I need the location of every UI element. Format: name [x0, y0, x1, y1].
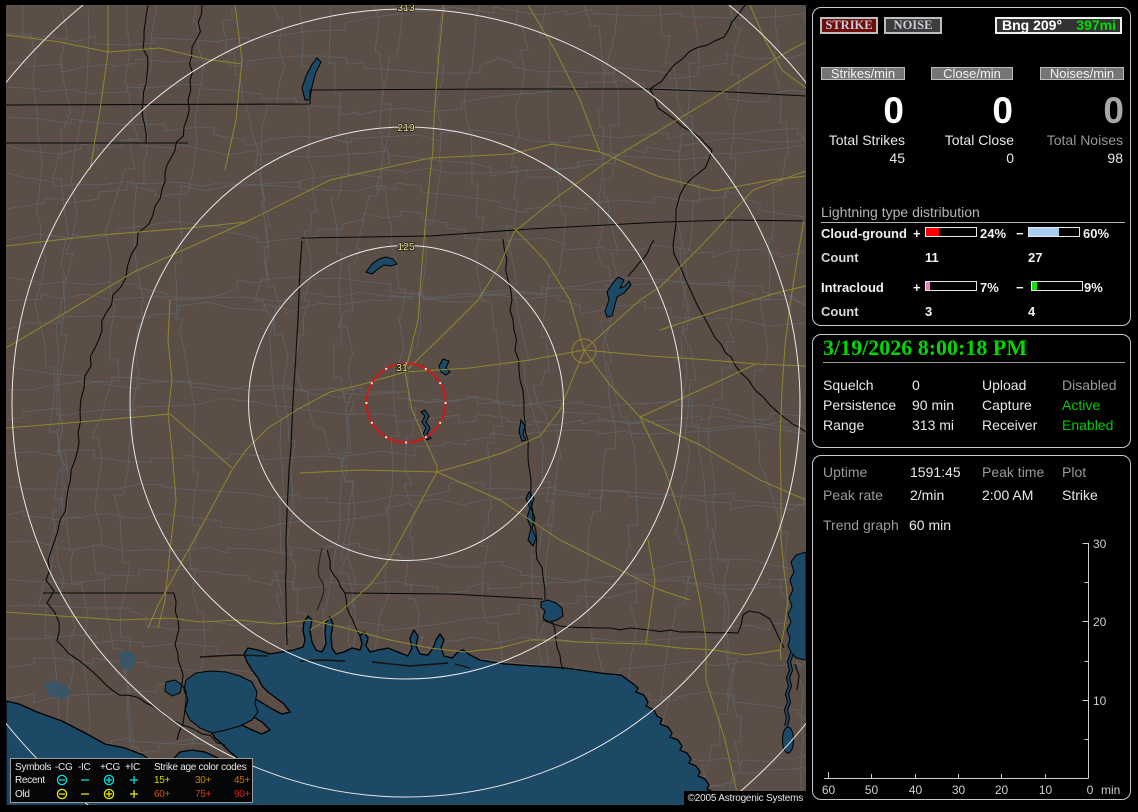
- svg-text:50: 50: [865, 783, 879, 797]
- svg-text:219: 219: [397, 122, 415, 134]
- svg-text:20: 20: [995, 783, 1009, 797]
- svg-text:20: 20: [1093, 615, 1107, 629]
- svg-text:313: 313: [397, 5, 415, 14]
- svg-text:min: min: [1101, 783, 1120, 797]
- svg-text:40: 40: [909, 783, 923, 797]
- svg-text:0: 0: [1087, 783, 1094, 797]
- svg-text:30: 30: [952, 783, 966, 797]
- svg-text:30: 30: [1093, 537, 1107, 551]
- svg-text:10: 10: [1039, 783, 1053, 797]
- svg-text:31: 31: [396, 362, 408, 374]
- svg-text:10: 10: [1093, 694, 1107, 708]
- svg-text:125: 125: [397, 241, 415, 253]
- svg-text:60: 60: [822, 783, 836, 797]
